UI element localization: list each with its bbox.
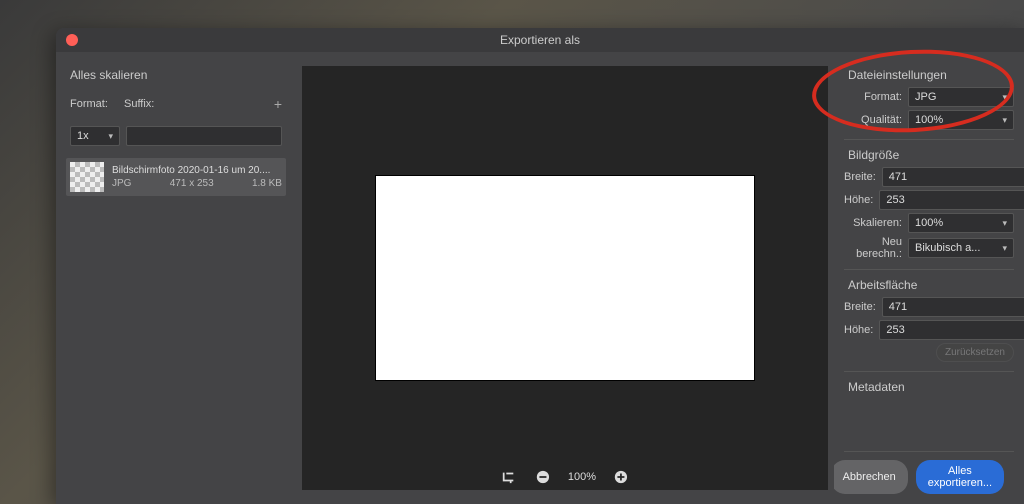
chevron-down-icon: ▾ — [108, 131, 113, 142]
canvas-height-input[interactable] — [879, 320, 1024, 340]
asset-size: 1.8 KB — [252, 178, 282, 189]
suffix-input[interactable] — [126, 126, 282, 146]
quality-select[interactable]: 100% ▾ — [908, 110, 1014, 130]
cancel-button[interactable]: Abbrechen — [834, 460, 908, 494]
scale-value: 1x — [77, 130, 89, 142]
zoom-level: 100% — [568, 471, 596, 483]
width-input[interactable] — [882, 167, 1024, 187]
canvas-width-input[interactable] — [882, 297, 1024, 317]
add-scale-button[interactable]: + — [274, 96, 282, 112]
quality-value: 100% — [915, 114, 943, 126]
scale-label-r: Skalieren: — [844, 217, 902, 229]
resample-value: Bikubisch a... — [915, 242, 980, 254]
zoom-in-button[interactable] — [612, 468, 630, 486]
chevron-down-icon: ▾ — [1002, 243, 1007, 254]
metadata-title: Metadaten — [844, 378, 1014, 396]
asset-dims: 471 x 253 — [170, 178, 214, 189]
file-settings-title: Dateieinstellungen — [844, 66, 1014, 84]
resample-select[interactable]: Bikubisch a... ▾ — [908, 238, 1014, 258]
format-select[interactable]: JPG ▾ — [908, 87, 1014, 107]
chevron-down-icon: ▾ — [1002, 92, 1007, 103]
scale-select[interactable]: 1x ▾ — [70, 126, 120, 146]
zoom-out-button[interactable] — [534, 468, 552, 486]
asset-name: Bildschirmfoto 2020-01-16 um 20.... — [112, 165, 282, 176]
scale-all-title: Alles skalieren — [66, 66, 286, 84]
quality-label: Qualität: — [844, 114, 902, 126]
height-label: Höhe: — [844, 194, 873, 206]
asset-format: JPG — [112, 178, 131, 189]
asset-row[interactable]: Bildschirmfoto 2020-01-16 um 20.... JPG … — [66, 158, 286, 196]
dialog-footer: Abbrechen Alles exportieren... — [844, 451, 1014, 498]
asset-thumbnail — [70, 162, 104, 192]
preview-canvas — [376, 176, 755, 379]
left-panel: Alles skalieren Format: Suffix: + 1x ▾ B… — [56, 52, 296, 504]
canvas-title: Arbeitsfläche — [844, 276, 1014, 294]
width-label: Breite: — [844, 171, 876, 183]
format-label-r: Format: — [844, 91, 902, 103]
scale-select-r[interactable]: 100% ▾ — [908, 213, 1014, 233]
export-dialog: Exportieren als Alles skalieren Format: … — [56, 28, 1024, 504]
zoom-bar: 100% — [500, 468, 630, 486]
canvas-height-label: Höhe: — [844, 324, 873, 336]
canvas-width-label: Breite: — [844, 301, 876, 313]
scale-value-r: 100% — [915, 217, 943, 229]
right-panel: Dateieinstellungen Format: JPG ▾ Qualitä… — [834, 52, 1024, 504]
crop-icon[interactable] — [500, 468, 518, 486]
suffix-label: Suffix: — [124, 98, 172, 110]
export-all-button[interactable]: Alles exportieren... — [916, 460, 1004, 494]
chevron-down-icon: ▾ — [1002, 115, 1007, 126]
format-value: JPG — [915, 91, 936, 103]
resample-label: Neu berechn.: — [844, 236, 902, 260]
close-button[interactable] — [66, 34, 78, 46]
reset-button[interactable]: Zurücksetzen — [936, 343, 1014, 362]
height-input[interactable] — [879, 190, 1024, 210]
format-label: Format: — [70, 98, 118, 110]
image-size-title: Bildgröße — [844, 146, 1014, 164]
window-title: Exportieren als — [500, 33, 580, 47]
chevron-down-icon: ▾ — [1002, 218, 1007, 229]
preview-area: 100% — [302, 66, 828, 490]
titlebar: Exportieren als — [56, 28, 1024, 52]
